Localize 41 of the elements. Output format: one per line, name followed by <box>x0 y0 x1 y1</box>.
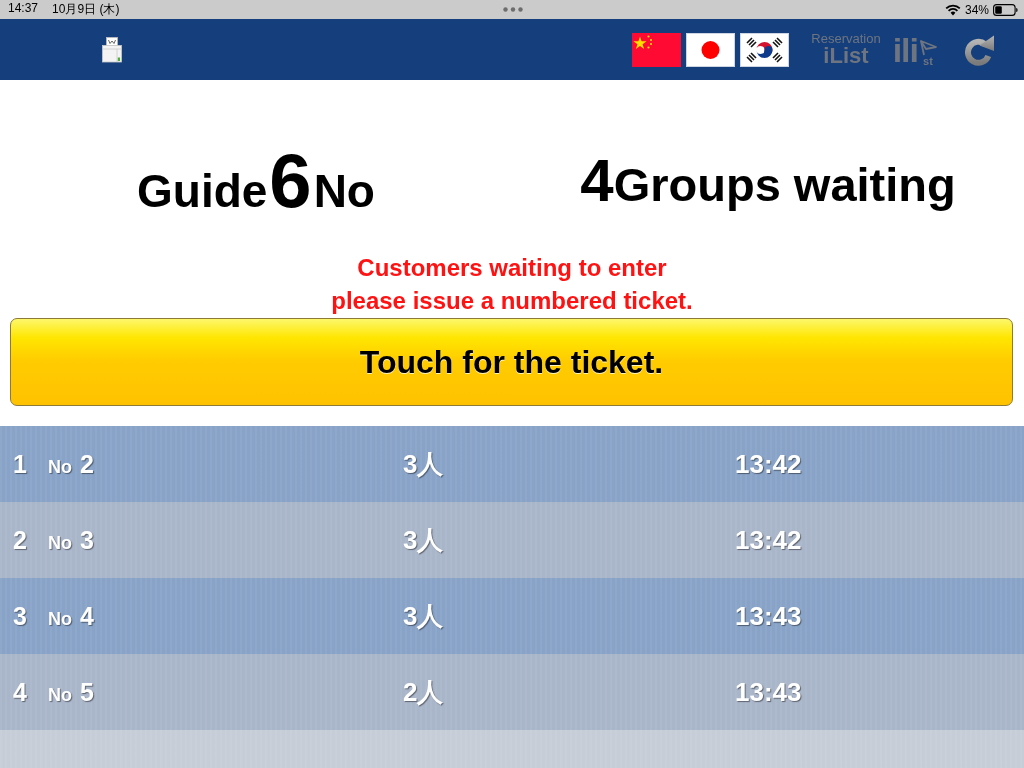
pennant-icon <box>919 39 937 56</box>
battery-percent: 34% <box>964 2 989 17</box>
number-prefix: No <box>48 456 72 478</box>
brand-logo-text: ili <box>892 32 918 67</box>
ticket-number: 5 <box>80 677 94 707</box>
party-size: 3人 <box>403 523 444 557</box>
party-size: 3人 <box>403 447 444 481</box>
guide-number: 6 <box>269 142 312 219</box>
ticket-time: 13:42 <box>735 524 802 556</box>
party-size: 3人 <box>403 599 444 633</box>
korea-flag-icon[interactable] <box>740 32 790 67</box>
battery-icon <box>993 3 1018 16</box>
queue-position: 2 <box>13 525 28 555</box>
logo-caption: Reservation <box>811 32 881 45</box>
ticket-time: 13:42 <box>735 448 802 480</box>
guide-label: Guide <box>137 167 268 214</box>
status-time: 14:37 <box>8 1 39 17</box>
ticket-button[interactable]: Touch for the ticket. <box>10 318 1013 406</box>
china-flag-icon[interactable] <box>632 32 682 67</box>
notice-text: Customers waiting to enter please issue a numbered ticket. <box>330 253 694 316</box>
ticket-time: 13:43 <box>735 600 802 632</box>
printer-icon[interactable] <box>102 36 122 63</box>
number-prefix: No <box>48 532 72 554</box>
number-suffix: No <box>313 167 375 214</box>
status-date: 10月9日 (木) <box>52 1 120 18</box>
ticket-number: 3 <box>80 525 94 555</box>
ticket-time: 13:43 <box>735 676 802 708</box>
logo-title: iList <box>823 45 869 67</box>
number-prefix: No <box>48 684 72 706</box>
queue-position: 4 <box>13 677 28 707</box>
wifi-icon <box>944 3 961 16</box>
queue-position: 1 <box>13 449 28 479</box>
japan-flag-icon[interactable] <box>686 32 736 67</box>
queue-position: 3 <box>13 601 28 631</box>
ticket-number: 2 <box>80 449 94 479</box>
waiting-count: 4 <box>580 150 614 211</box>
brand-logo-suffix: st <box>923 55 933 67</box>
more-dots-icon[interactable] <box>503 7 523 12</box>
ticket-number: 4 <box>80 601 94 631</box>
number-prefix: No <box>48 608 72 630</box>
party-size: 2人 <box>403 675 444 709</box>
